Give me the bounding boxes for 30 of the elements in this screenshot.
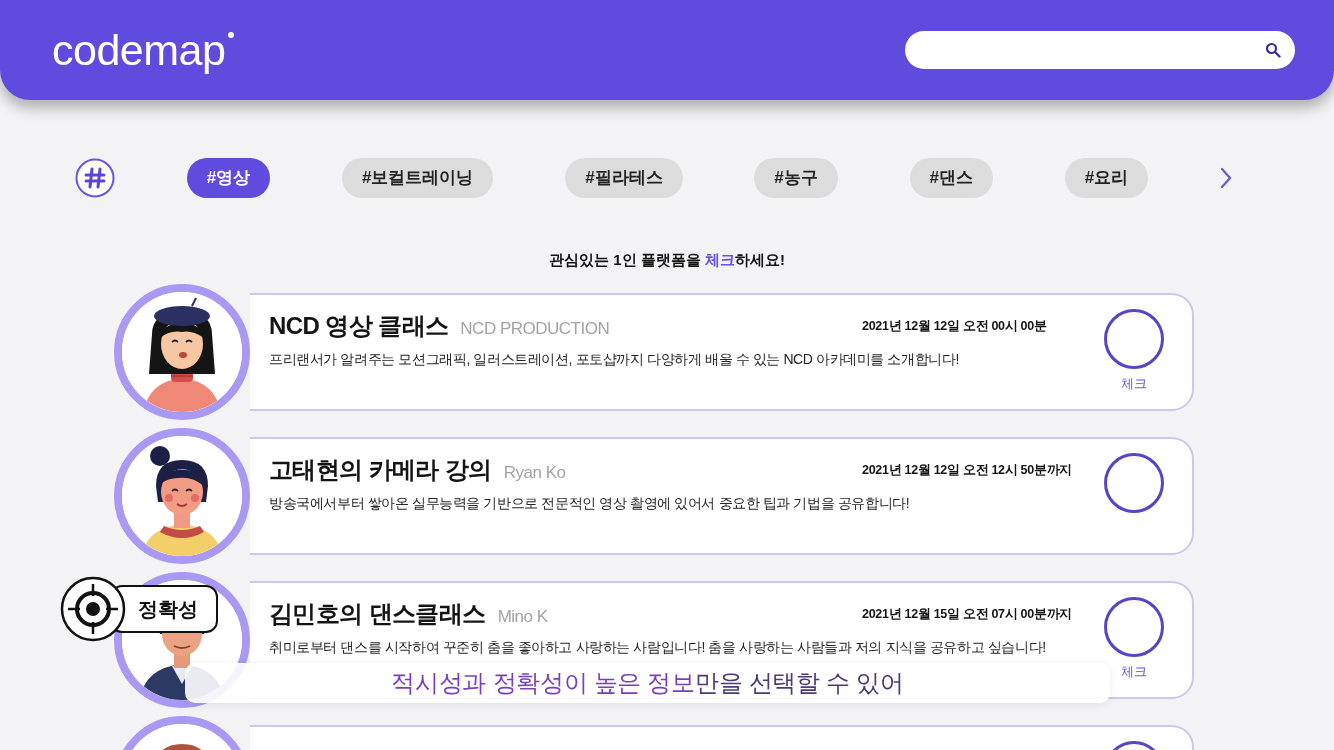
date-text: 2021년 12월 15일 오전 07시 00분까지 (862, 605, 1072, 623)
chevron-right-icon[interactable] (1219, 167, 1232, 189)
class-title: 김민호의 댄스클래스 (269, 599, 486, 629)
class-card[interactable]: 고태현의 카메라 강의 Ryan Ko 2021년 12월 12일 오전 12시 50분까지 방송국에서부터 쌓아온 실무능력을 기반으로 전문적인 영상 촬영에 있어서 중요한 팁과 기법을 공유합니다! (250, 437, 1194, 555)
author-name: Mino K (497, 606, 548, 628)
class-description: 취미로부터 댄스를 시작하여 꾸준히 춤을 좋아하고 사랑하는 사람입니다! 춤을 사랑하는 사람들과 저의 지식을 공유하고 싶습니다! (269, 638, 1047, 657)
logo[interactable]: codemap (52, 28, 226, 72)
class-title: NCD 영상 클래스 (269, 311, 449, 341)
tag-chip[interactable]: #댄스 (909, 158, 993, 198)
class-card[interactable]: NCD 영상 클래스 NCD PRODUCTION 2021년 12월 12일 오전 00시 00분 프리랜서가 알려주는 모션그래픽, 일러스트레이션, 포토샵까지 다양하게 배울 수 있는 NCD 아카데미를 소개합니다! 체크 (250, 293, 1194, 411)
caption-text: 적시성과 정확성이 높은 정보만을 선택할 수 있어 (391, 668, 904, 698)
check-label: 체크 (1121, 663, 1147, 681)
search-field[interactable] (905, 31, 1295, 69)
tag-chip[interactable]: #영상 (186, 158, 271, 198)
tag-chip[interactable]: #요리 (1064, 158, 1149, 198)
tag-chip[interactable]: #보컬트레이닝 (341, 158, 494, 198)
class-title: 고태현의 카메라 강의 (269, 455, 492, 485)
date-text: 2021년 12월 12일 오전 12시 50분까지 (862, 461, 1072, 479)
class-description: 방송국에서부터 쌓아온 실무능력을 기반으로 전문적인 영상 촬영에 있어서 중요한 팁과 기법을 공유합니다! (269, 494, 911, 513)
tag-chip[interactable]: #농구 (754, 158, 838, 198)
tag-chip[interactable]: #필라테스 (565, 158, 683, 198)
search-icon[interactable] (1265, 42, 1281, 58)
target-icon (60, 576, 126, 642)
date-text: 2021년 12월 12일 오전 00시 00분 (862, 317, 1047, 335)
author-name: NCD PRODUCTION (460, 318, 610, 340)
check-label: 체크 (1121, 375, 1147, 393)
class-description: 프리랜서가 알려주는 모션그래픽, 일러스트레이션, 포토샵까지 다양하게 배울 수 있는 NCD 아카데미를 소개합니다! (269, 350, 960, 369)
author-name: Ryan Ko (503, 462, 566, 484)
hash-icon[interactable] (75, 158, 115, 198)
instruction-text: 관심있는 1인 플랫폼을 체크하세요! (549, 250, 785, 270)
